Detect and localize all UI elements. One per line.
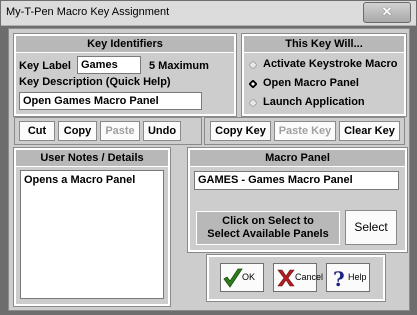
- help-button[interactable]: ? Help: [326, 263, 370, 292]
- user-notes-panel: User Notes / Details Opens a Macro Panel: [13, 147, 171, 307]
- svg-text:?: ?: [333, 267, 345, 289]
- checkmark-icon: [223, 268, 243, 288]
- macro-panel-section: Macro Panel GAMES - Games Macro Panel Cl…: [187, 147, 408, 253]
- copy-key-button[interactable]: Copy Key: [210, 121, 271, 141]
- clear-key-button[interactable]: Clear Key: [339, 121, 400, 141]
- select-panel-button[interactable]: Select: [345, 210, 397, 245]
- ok-button[interactable]: OK: [220, 263, 264, 292]
- question-mark-icon: ?: [333, 267, 345, 289]
- user-notes-textarea[interactable]: Opens a Macro Panel: [20, 170, 164, 299]
- undo-button[interactable]: Undo: [143, 121, 181, 141]
- key-description-caption: Key Description (Quick Help): [19, 76, 171, 88]
- radio-label: Activate Keystroke Macro: [263, 58, 398, 70]
- key-description-input[interactable]: Open Games Macro Panel: [19, 92, 202, 110]
- this-key-will-panel: This Key Will... Activate Keystroke Macr…: [241, 33, 407, 117]
- paste-key-button[interactable]: Paste Key: [274, 121, 336, 141]
- cancel-label: Cancel: [295, 272, 324, 282]
- paste-button[interactable]: Paste: [100, 121, 140, 141]
- key-toolbar: Copy Key Paste Key Clear Key: [204, 117, 405, 145]
- cancel-button[interactable]: Cancel: [273, 263, 323, 292]
- macro-panel-header: Macro Panel: [190, 150, 405, 167]
- user-notes-header: User Notes / Details: [16, 150, 168, 167]
- cut-button[interactable]: Cut: [19, 121, 55, 141]
- copy-button[interactable]: Copy: [58, 121, 97, 141]
- window-title: My-T-Pen Macro Key Assignment: [6, 6, 170, 18]
- close-icon: ✕: [381, 4, 393, 19]
- radio-unselected-icon: [249, 99, 257, 107]
- select-instructions-line1: Click on Select to: [222, 215, 314, 227]
- edit-toolbar: Cut Copy Paste Undo: [14, 117, 202, 145]
- max-length-hint: 5 Maximum: [149, 60, 209, 72]
- key-label-input[interactable]: Games: [77, 56, 141, 74]
- cancel-x-icon: [277, 269, 295, 287]
- this-key-will-header: This Key Will...: [244, 36, 404, 53]
- ok-label: OK: [242, 272, 256, 282]
- radio-label: Open Macro Panel: [263, 77, 359, 89]
- macro-key-assignment-window: My-T-Pen Macro Key Assignment ✕ Key Iden…: [0, 0, 417, 315]
- title-bar[interactable]: My-T-Pen Macro Key Assignment ✕: [1, 1, 416, 26]
- select-instructions-line2: Select Available Panels: [207, 228, 329, 240]
- help-label: Help: [348, 272, 367, 282]
- radio-unselected-icon: [249, 61, 257, 69]
- macro-panel-input[interactable]: GAMES - Games Macro Panel: [194, 171, 399, 190]
- select-instructions: Click on Select to Select Available Pane…: [196, 211, 340, 245]
- dialog-buttons-panel: OK Cancel ? Help: [206, 254, 386, 302]
- key-identifiers-panel: Key Identifiers Key Label Games 5 Maximu…: [13, 33, 237, 117]
- close-button[interactable]: ✕: [363, 2, 411, 23]
- radio-label: Launch Application: [263, 96, 365, 108]
- dialog-client-area: Key Identifiers Key Label Games 5 Maximu…: [8, 28, 410, 311]
- key-identifiers-header: Key Identifiers: [16, 36, 234, 53]
- key-label-caption: Key Label: [19, 60, 71, 72]
- radio-selected-icon: [249, 80, 257, 88]
